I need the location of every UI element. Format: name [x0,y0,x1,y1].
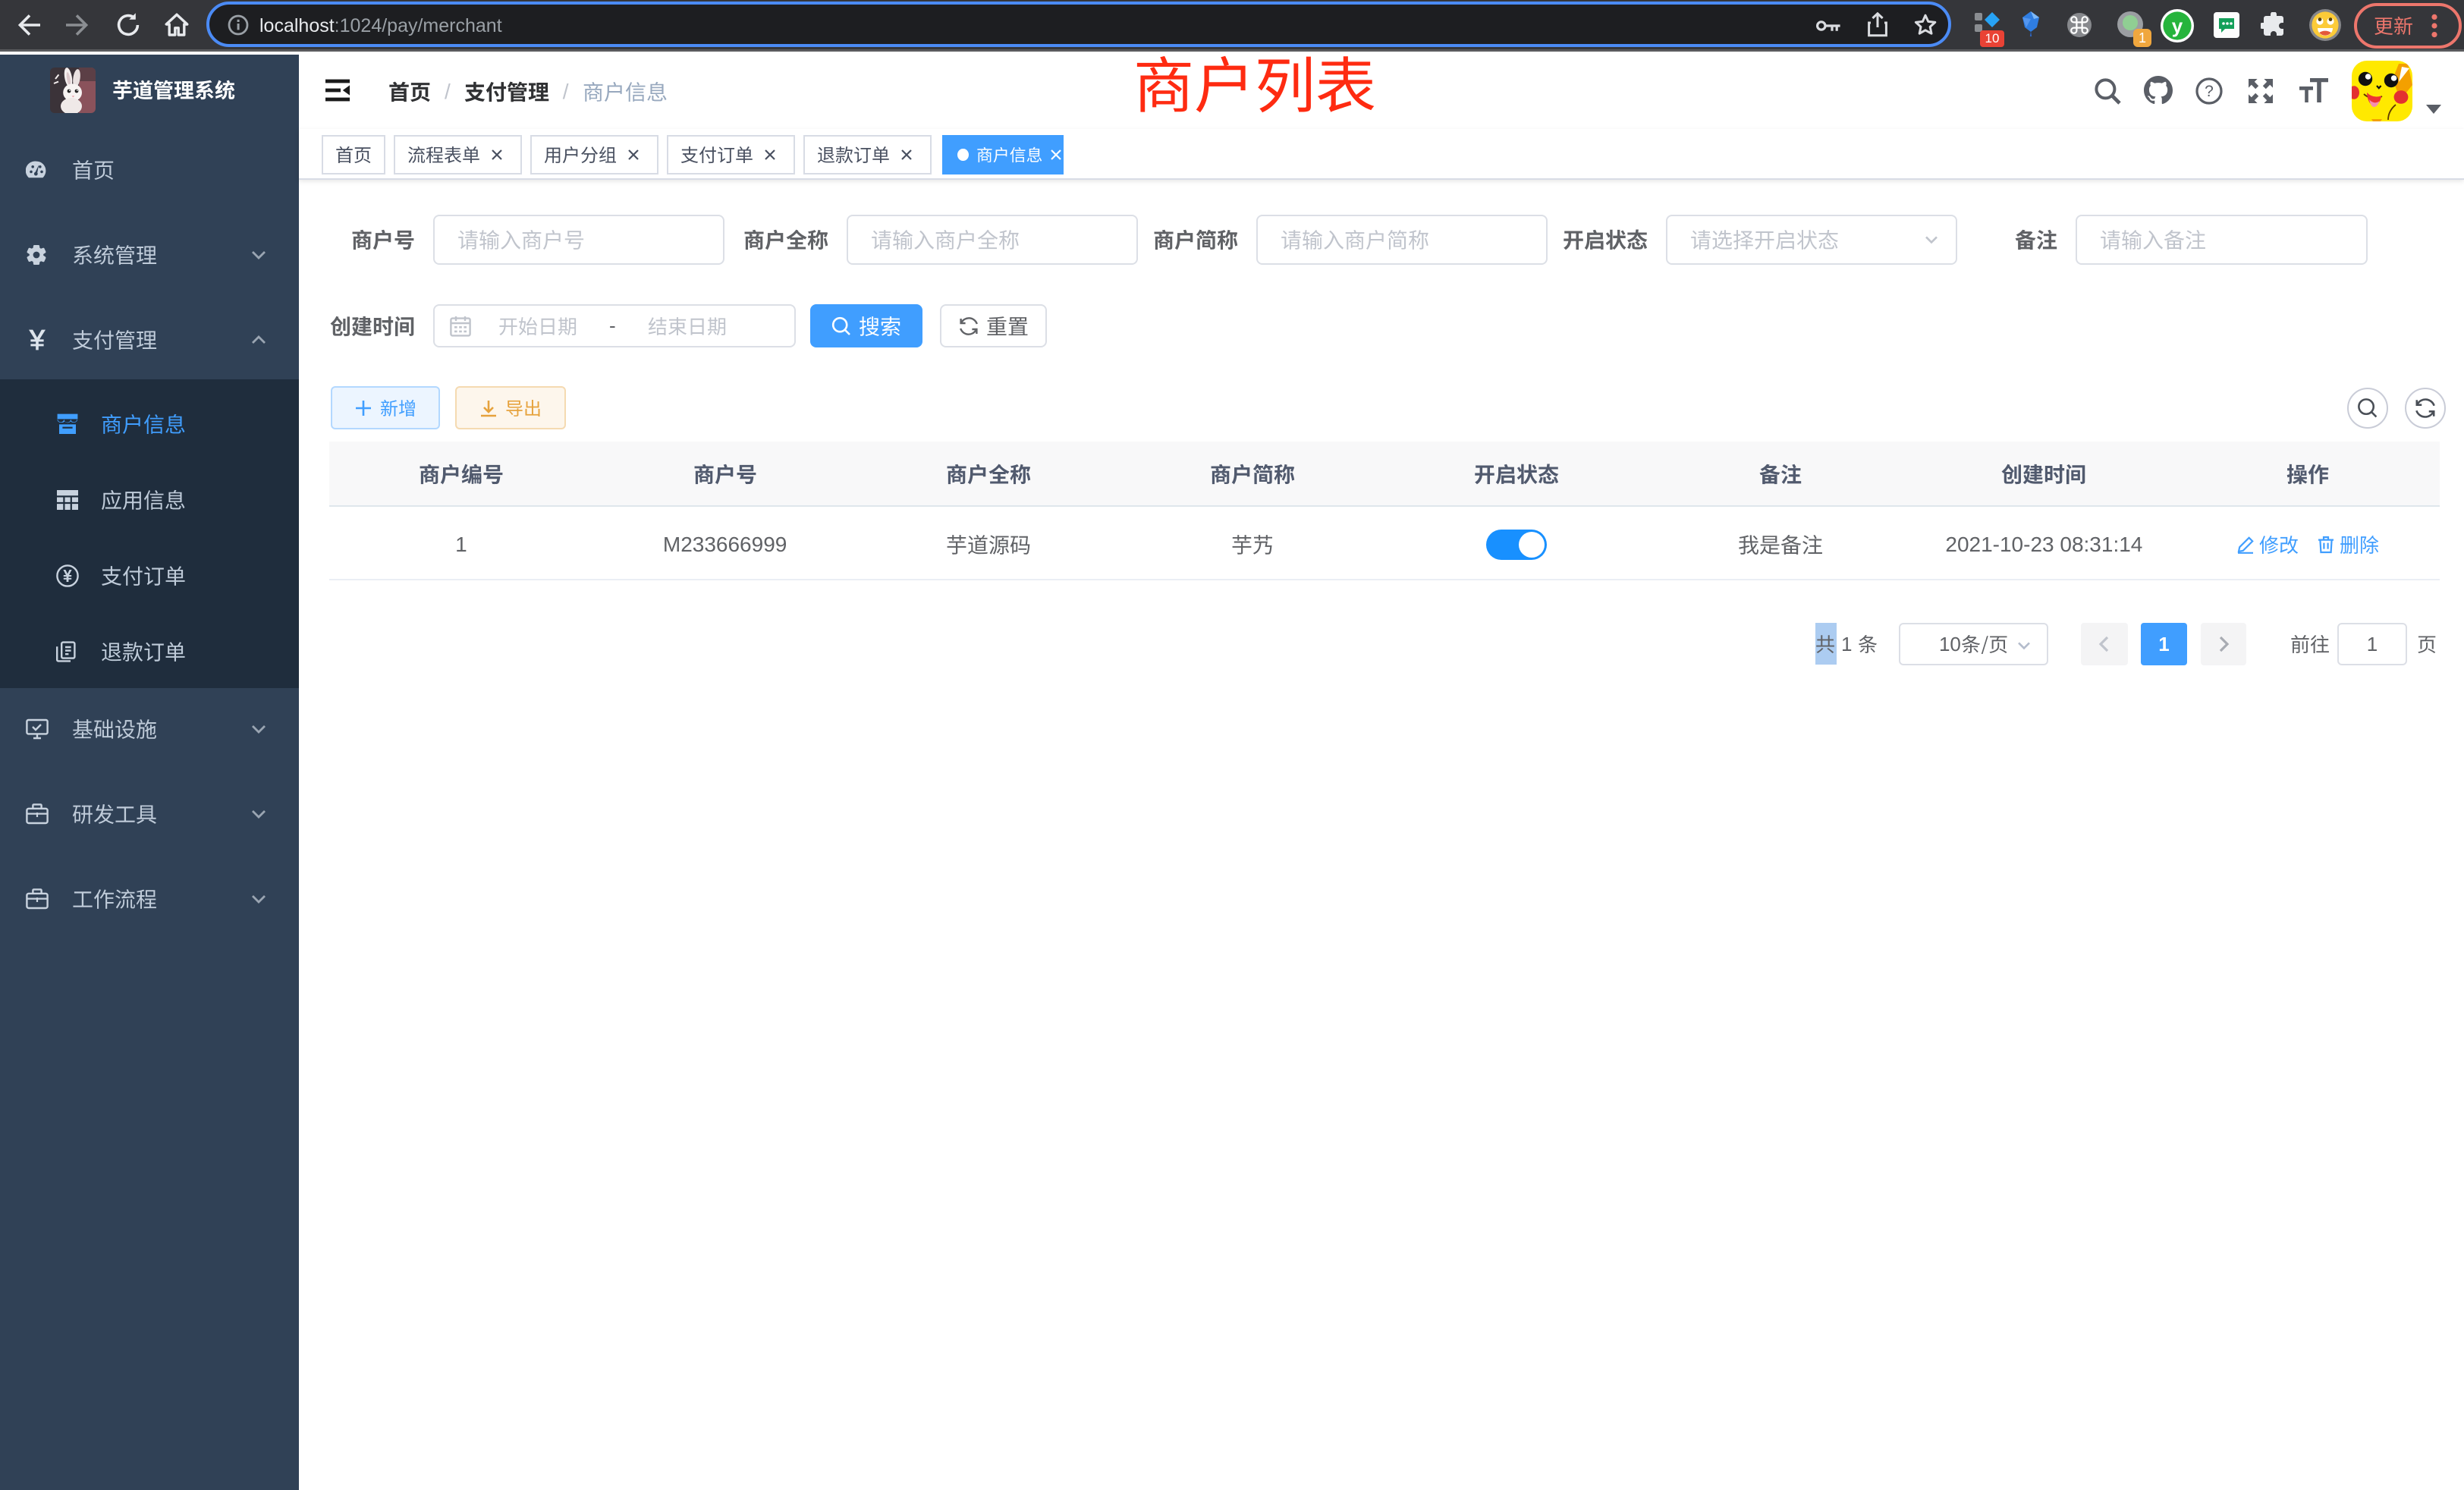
svg-text:?: ? [2205,83,2214,100]
svg-text:y: y [2172,14,2183,37]
